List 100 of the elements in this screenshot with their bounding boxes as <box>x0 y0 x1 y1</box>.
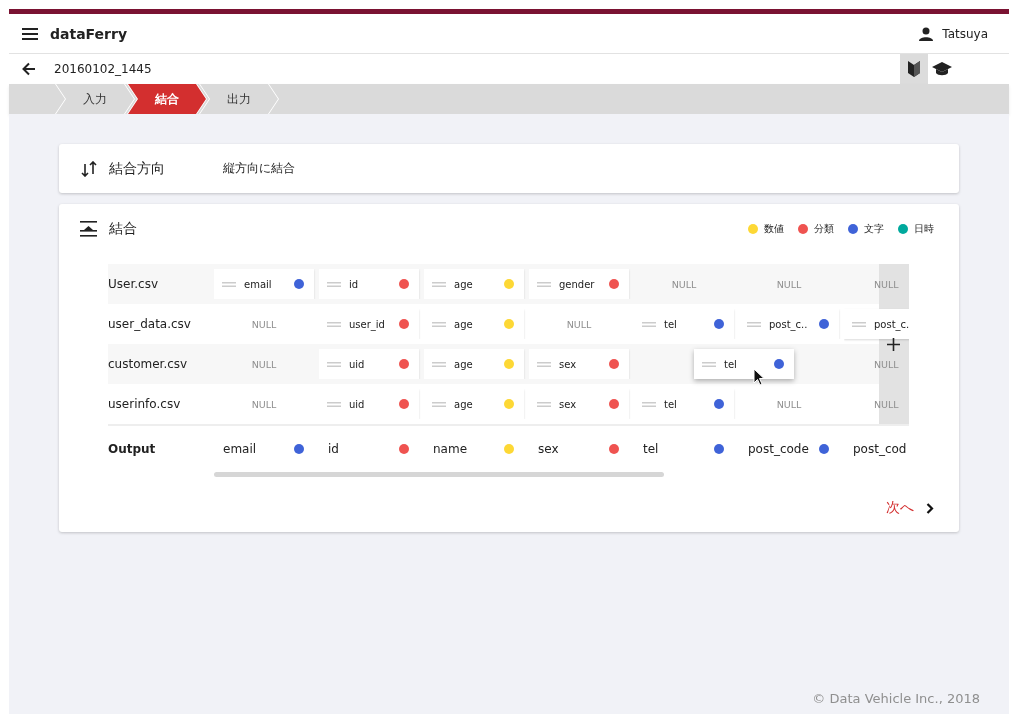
drag-handle-icon[interactable] <box>432 281 446 287</box>
field-name: uid <box>349 398 366 410</box>
field-name: tel <box>664 398 678 410</box>
field-chip[interactable]: post_c. <box>844 309 909 339</box>
drag-handle-icon[interactable] <box>537 401 551 407</box>
user-icon <box>919 26 934 41</box>
field-chip[interactable]: id <box>319 269 419 299</box>
project-title: 20160102_1445 <box>54 62 152 76</box>
output-field-name: id <box>328 442 340 456</box>
output-field-name: post_code <box>748 442 810 456</box>
null-value: NULL <box>874 398 899 410</box>
field-name: user_id <box>349 318 386 330</box>
field-name: id <box>349 278 360 290</box>
null-value: NULL <box>251 358 277 370</box>
step-tab[interactable]: 入力 <box>56 84 134 114</box>
step-tab[interactable]: 出力 <box>200 84 278 114</box>
drag-handle-icon[interactable] <box>327 321 341 327</box>
field-chip[interactable]: age <box>424 389 524 419</box>
vertical-align-icon <box>80 221 97 237</box>
drag-handle-icon[interactable] <box>537 361 551 367</box>
field-name: tel <box>724 358 738 370</box>
drag-handle-icon[interactable] <box>852 321 866 327</box>
field-chip[interactable]: uid <box>319 349 419 379</box>
output-field-name: post_cod <box>853 442 907 456</box>
field-name: age <box>454 278 474 290</box>
legend-label: 日時 <box>914 222 934 236</box>
drag-handle-icon[interactable] <box>327 401 341 407</box>
file-name: customer.csv <box>108 357 189 371</box>
field-name: age <box>454 398 474 410</box>
file-name: User.csv <box>108 277 159 291</box>
dragged-field-chip[interactable]: tel <box>694 349 794 379</box>
null-value: NULL <box>874 278 899 290</box>
field-chip[interactable]: post_c.. <box>739 309 839 339</box>
null-value: NULL <box>776 278 802 290</box>
app-logo: dataFerry <box>50 25 128 42</box>
drag-handle-icon[interactable] <box>432 321 446 327</box>
legend-label: 数値 <box>764 222 784 236</box>
drag-handle-icon[interactable] <box>642 401 656 407</box>
beginner-mark-icon <box>908 61 920 77</box>
card-title: 結合 <box>109 220 137 238</box>
drag-handle-icon[interactable] <box>327 281 341 287</box>
output-label: Output <box>108 442 157 456</box>
field-name: gender <box>559 278 596 290</box>
direction-value[interactable]: 縦方向に結合 <box>223 160 295 177</box>
null-value: NULL <box>776 398 802 410</box>
output-field-name: tel <box>643 442 660 456</box>
file-name: user_data.csv <box>108 317 192 331</box>
null-value: NULL <box>251 398 277 410</box>
field-name: email <box>244 278 273 290</box>
field-name: post_c.. <box>769 318 809 330</box>
legend-label: 分類 <box>814 222 834 236</box>
null-value: NULL <box>251 318 277 330</box>
null-value: NULL <box>671 278 697 290</box>
next-button[interactable]: 次へ <box>886 499 914 517</box>
field-chip[interactable]: email <box>214 269 314 299</box>
drag-handle-icon[interactable] <box>537 281 551 287</box>
scrollbar-thumb[interactable] <box>214 472 664 477</box>
output-field-name: email <box>223 442 258 456</box>
legend-label: 文字 <box>864 222 884 236</box>
beginner-mark-tab[interactable] <box>900 54 928 84</box>
drag-handle-icon[interactable] <box>432 361 446 367</box>
swap-arrows-icon <box>81 160 97 177</box>
field-name: post_c. <box>874 318 909 330</box>
field-name: tel <box>664 318 678 330</box>
step-tab[interactable]: 結合 <box>128 84 206 114</box>
field-chip[interactable]: sex <box>529 349 629 379</box>
add-icon[interactable] <box>887 338 900 351</box>
field-name: sex <box>559 358 578 370</box>
field-chip[interactable]: tel <box>634 309 734 339</box>
copyright-text: © Data Vehicle Inc., 2018 <box>812 691 980 706</box>
drag-handle-icon[interactable] <box>432 401 446 407</box>
field-chip[interactable]: sex <box>529 389 629 419</box>
field-chip[interactable]: user_id <box>319 309 419 339</box>
field-name: age <box>454 318 474 330</box>
back-icon[interactable] <box>22 62 36 76</box>
output-field-name: sex <box>538 442 560 456</box>
field-name: uid <box>349 358 366 370</box>
field-chip[interactable]: tel <box>634 389 734 419</box>
drag-handle-icon[interactable] <box>702 361 716 367</box>
graduation-cap-icon <box>932 62 952 76</box>
user-name[interactable]: Tatsuya <box>942 26 988 41</box>
field-chip[interactable]: gender <box>529 269 629 299</box>
file-name: userinfo.csv <box>108 397 182 411</box>
field-chip[interactable]: age <box>424 349 524 379</box>
output-field-name: name <box>433 442 469 456</box>
card-title: 結合方向 <box>109 159 165 178</box>
field-name: age <box>454 358 474 370</box>
field-chip[interactable]: age <box>424 309 524 339</box>
chevron-right-icon[interactable] <box>926 502 934 514</box>
drag-handle-icon[interactable] <box>327 361 341 367</box>
field-chip[interactable]: uid <box>319 389 419 419</box>
menu-icon[interactable] <box>22 26 40 41</box>
drag-handle-icon[interactable] <box>642 321 656 327</box>
field-chip[interactable]: age <box>424 269 524 299</box>
drag-handle-icon[interactable] <box>747 321 761 327</box>
field-name: sex <box>559 398 578 410</box>
null-value: NULL <box>874 358 899 370</box>
null-value: NULL <box>566 318 592 330</box>
drag-handle-icon[interactable] <box>222 281 236 287</box>
mouse-pointer-icon <box>753 368 765 386</box>
